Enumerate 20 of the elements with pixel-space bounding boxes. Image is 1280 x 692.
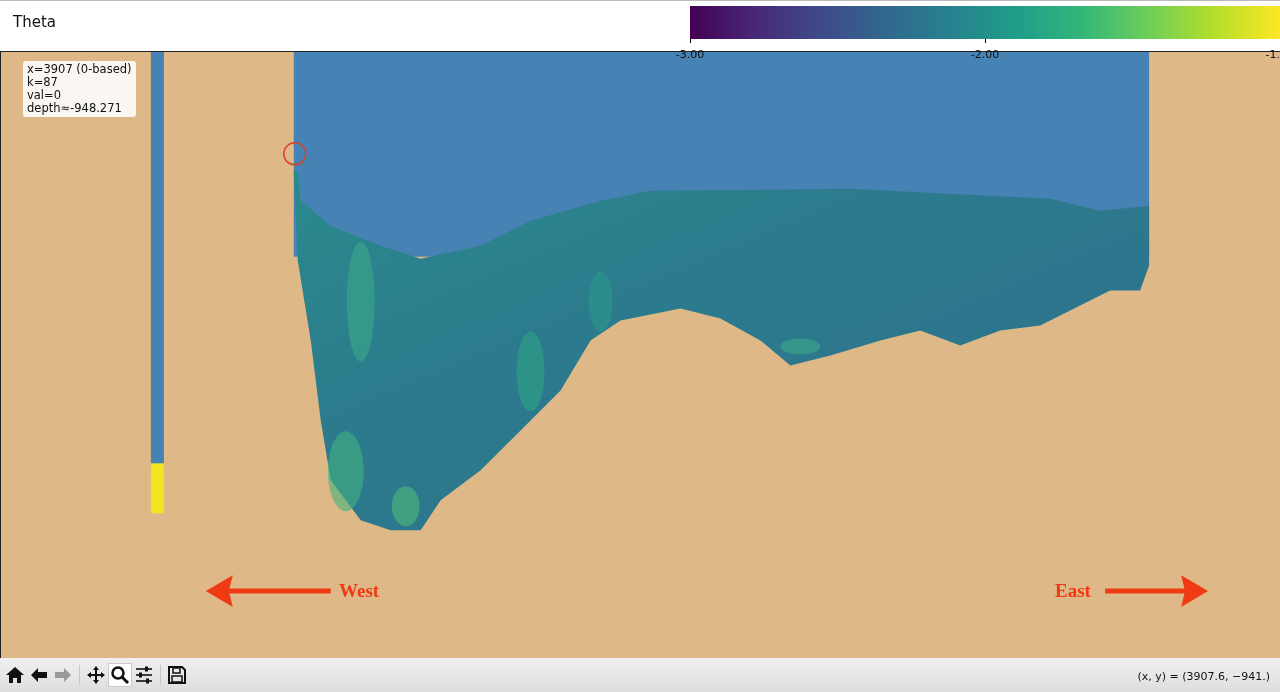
sliders-icon <box>134 665 154 685</box>
home-icon <box>5 665 25 685</box>
direction-label: East <box>1055 580 1091 602</box>
forward-arrow-icon <box>53 665 73 685</box>
annotation-text: depth≈-948.271 <box>27 102 123 115</box>
annotation-text: k=87 <box>27 76 59 89</box>
toolbar-button[interactable] <box>165 663 189 687</box>
search-icon <box>110 665 130 685</box>
figure-title: Theta <box>12 12 56 33</box>
colorbar-tick-label: -1. <box>1265 48 1280 61</box>
toolbar-button[interactable] <box>108 663 132 687</box>
colorbar-tick-label: -3.00 <box>675 48 705 61</box>
save-icon <box>167 665 187 685</box>
cursor-coordinates: (x, y) = (3907.6, −941.) <box>1137 668 1271 683</box>
direction-label: West <box>339 580 380 602</box>
annotation-text: val=0 <box>27 89 62 102</box>
move-arrows-icon <box>86 665 106 685</box>
cursor-circle-marker <box>283 142 307 166</box>
colorbar-tick-label: -2.00 <box>970 48 1000 61</box>
annotation-text: x=3907 (0-based) <box>27 63 132 76</box>
